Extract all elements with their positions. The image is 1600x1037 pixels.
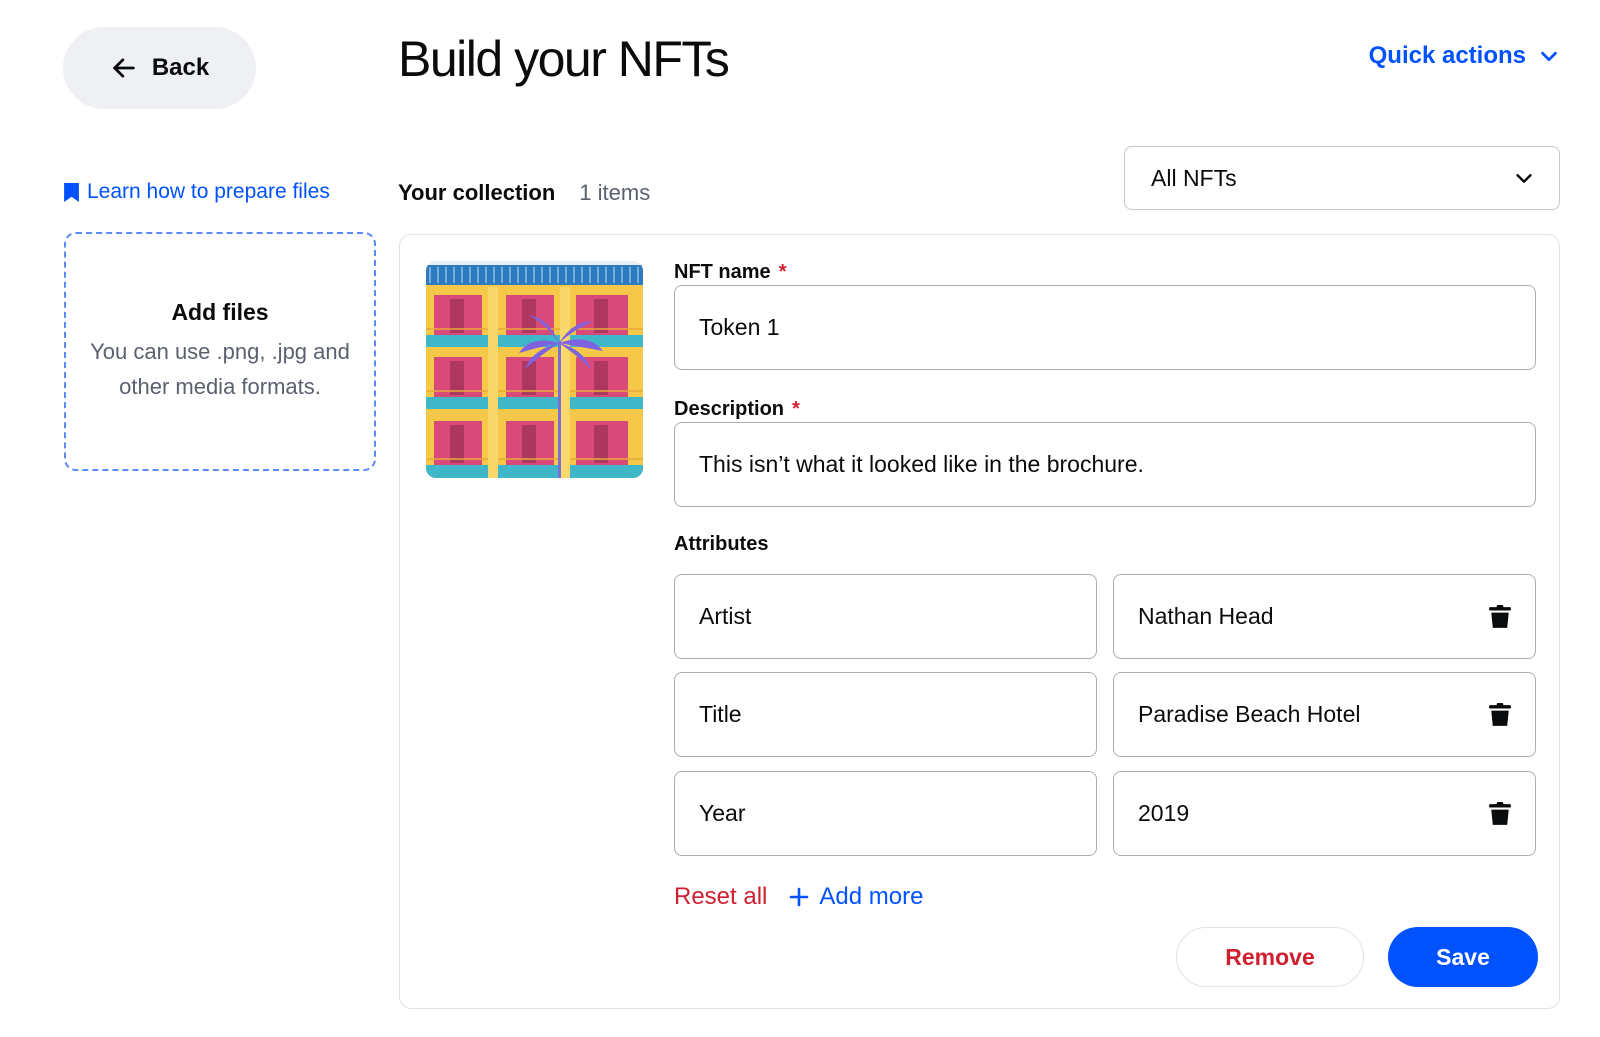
attribute-key-input[interactable]: Title [674,672,1097,757]
trash-icon[interactable] [1489,702,1511,727]
learn-how-link[interactable]: Learn how to prepare files [64,180,330,204]
chevron-down-icon [1516,174,1532,183]
nft-name-label: NFT name * [674,261,786,284]
learn-how-label: Learn how to prepare files [87,180,330,203]
quick-actions-menu[interactable]: Quick actions [1369,42,1560,70]
nft-filter-value: All NFTs [1151,164,1237,191]
collection-title: Your collection [398,180,556,205]
nft-thumbnail [426,261,643,478]
trash-icon[interactable] [1489,801,1511,826]
add-more-link[interactable]: Add more [789,883,923,911]
add-files-title: Add files [171,299,269,325]
attribute-value-text: Nathan Head [1138,603,1274,629]
attribute-row: Year 2019 [674,771,1536,856]
nft-card: NFT name * Description * Attributes Artist… [399,234,1560,1009]
reset-all-link[interactable]: Reset all [674,883,767,911]
add-files-dropzone[interactable]: Add files You can use .png, .jpg and oth… [64,232,376,471]
attribute-row: Title Paradise Beach Hotel [674,672,1536,757]
nft-filter-select[interactable]: All NFTs [1124,146,1560,210]
remove-button[interactable]: Remove [1176,927,1364,987]
collection-count: 1 items [579,180,651,205]
attribute-actions: Reset all Add more [674,883,923,911]
attribute-value-text: Paradise Beach Hotel [1138,701,1361,727]
back-button[interactable]: Back [63,27,256,109]
description-input[interactable] [674,422,1536,507]
save-button[interactable]: Save [1388,927,1538,987]
required-mark: * [792,398,800,420]
nft-name-label-text: NFT name [674,261,771,283]
attribute-key-input[interactable]: Year [674,771,1097,856]
add-more-label: Add more [819,883,924,910]
collection-header: Your collection 1 items [398,180,650,206]
attributes-label: Attributes [674,533,769,555]
back-button-label: Back [151,54,210,81]
required-mark: * [778,261,787,283]
description-label: Description * [674,398,800,421]
attribute-value-input[interactable]: 2019 [1113,771,1536,856]
arrow-left-icon [113,58,135,78]
chevron-down-icon [1541,51,1557,62]
trash-icon[interactable] [1489,604,1511,629]
attribute-value-input[interactable]: Nathan Head [1113,574,1536,659]
attribute-key-input[interactable]: Artist [674,574,1097,659]
attribute-row: Artist Nathan Head [674,574,1536,659]
quick-actions-label: Quick actions [1368,42,1526,69]
hotel-artwork-image [426,261,643,478]
attribute-value-input[interactable]: Paradise Beach Hotel [1113,672,1536,757]
description-label-text: Description [674,398,785,420]
bookmark-icon [64,182,79,202]
page-title: Build your NFTs [398,31,730,87]
plus-icon [790,887,809,907]
add-files-description: You can use .png, .jpg and other media f… [90,339,350,399]
nft-name-input[interactable] [674,285,1536,370]
attribute-value-text: 2019 [1138,800,1190,826]
